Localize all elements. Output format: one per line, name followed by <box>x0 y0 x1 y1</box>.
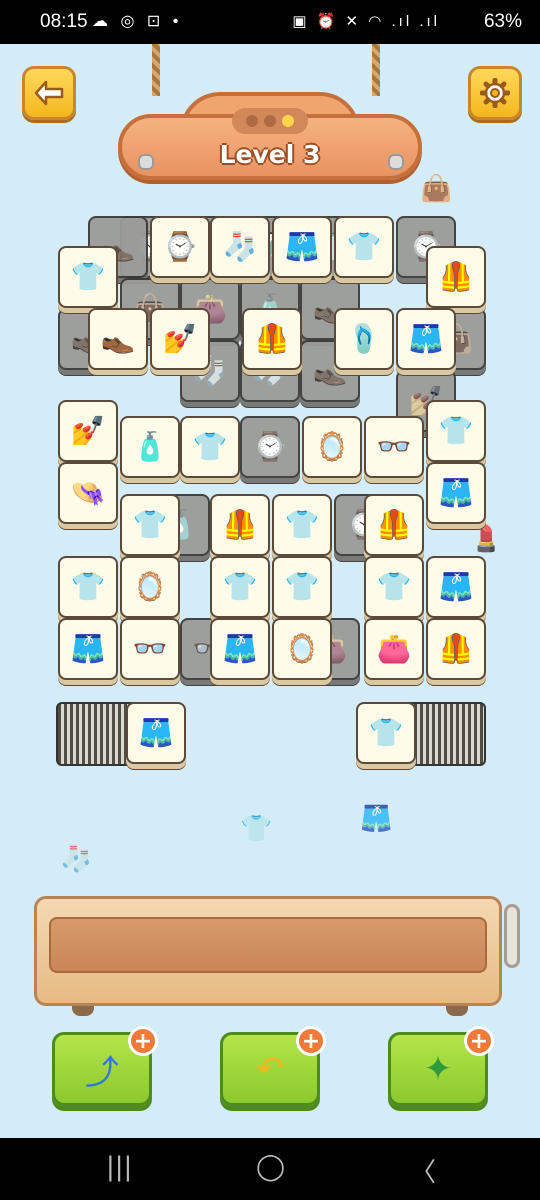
tray-leg <box>72 1006 94 1016</box>
tile[interactable]: 🩳 <box>210 618 270 680</box>
tile[interactable]: 💅 <box>150 308 210 370</box>
tile[interactable]: 🦺 <box>210 494 270 556</box>
tile[interactable]: 🩴 <box>334 308 394 370</box>
blocked-tile: ⌚ <box>240 416 300 478</box>
tile[interactable]: 🦺 <box>242 308 302 370</box>
tile[interactable]: 👓 <box>120 618 180 680</box>
tile[interactable]: ⌚ <box>150 216 210 278</box>
level-title: Level 3 <box>219 140 321 169</box>
tile[interactable]: 👕 <box>58 246 118 308</box>
tile[interactable]: 🩳 <box>426 462 486 524</box>
tile[interactable]: 👕 <box>272 494 332 556</box>
progress-dot-active <box>282 115 294 127</box>
tray-handle <box>504 904 520 968</box>
status-bar: 08:15 ☁ ◎ ⊡ • ▣ ⏰ ✕ ◠ .ıl .ıl 63% <box>0 0 540 44</box>
tile[interactable]: 🩳 <box>396 308 456 370</box>
battery-level: 63% <box>483 11 522 32</box>
back-arrow-icon <box>34 80 64 106</box>
back-button[interactable] <box>22 66 76 120</box>
system-nav-bar: ||| ◯ 〈 <box>0 1138 540 1200</box>
tile[interactable]: 👕 <box>58 556 118 618</box>
tray-slots-area <box>49 917 487 973</box>
status-system-icons: ▣ ⏰ ✕ ◠ .ıl .ıl <box>292 13 440 30</box>
tile[interactable]: 🦺 <box>364 494 424 556</box>
tile[interactable]: 👓 <box>364 416 424 478</box>
collection-tray <box>34 896 502 1006</box>
tile[interactable]: 👕 <box>426 400 486 462</box>
game-screen: 👕 👜 🩳 🧦 👕 💄 Level 3 ⌚🧦🩳👕👞⌚👜👛🧴👞👞👜🧦🧦👞💅⌚🧴⌚👓… <box>0 44 540 1138</box>
add-undo-button[interactable]: + <box>296 1026 326 1056</box>
tile[interactable]: 👕 <box>364 556 424 618</box>
sign-rope <box>152 44 160 96</box>
tile[interactable]: 💅 <box>58 400 118 462</box>
gear-icon <box>480 78 510 108</box>
shuffle-icon: ⤴ <box>85 1052 119 1093</box>
tile[interactable]: 🪞 <box>272 618 332 680</box>
tile[interactable]: 👕 <box>210 556 270 618</box>
tile[interactable]: 👛 <box>364 618 424 680</box>
stack-top-tile[interactable]: 🩳 <box>126 702 186 764</box>
stack-top-tile[interactable]: 👕 <box>356 702 416 764</box>
recent-apps-button[interactable]: ||| <box>106 1152 132 1182</box>
tray-leg <box>446 1006 468 1016</box>
level-sign: Level 3 <box>118 92 422 196</box>
background-clothes-icon: 👜 <box>420 174 453 204</box>
background-clothes-icon: 💄 <box>470 524 503 554</box>
add-shuffle-button[interactable]: + <box>128 1026 158 1056</box>
background-clothes-icon: 🩳 <box>360 804 393 834</box>
undo-icon: ↶ <box>255 1049 285 1089</box>
progress-dot <box>246 115 258 127</box>
status-time: 08:15 <box>40 11 88 32</box>
tile[interactable]: 👞 <box>88 308 148 370</box>
magic-wand-icon: ✦ <box>423 1049 453 1089</box>
tile[interactable]: 🦺 <box>426 246 486 308</box>
level-progress-dots <box>232 108 308 134</box>
tile[interactable]: 🧦 <box>210 216 270 278</box>
tile[interactable]: 🩳 <box>58 618 118 680</box>
tile[interactable]: 👕 <box>334 216 394 278</box>
tile[interactable]: 👒 <box>58 462 118 524</box>
tile[interactable]: 👕 <box>272 556 332 618</box>
tile[interactable]: 👕 <box>120 494 180 556</box>
settings-button[interactable] <box>468 66 522 120</box>
tile[interactable]: 🪞 <box>120 556 180 618</box>
add-magic-button[interactable]: + <box>464 1026 494 1056</box>
tile[interactable]: 👕 <box>180 416 240 478</box>
nav-back-button[interactable]: 〈 <box>410 1152 436 1189</box>
tile[interactable]: 🪞 <box>302 416 362 478</box>
sign-rope <box>372 44 380 96</box>
background-clothes-icon: 🧦 <box>60 844 93 874</box>
tile[interactable]: 🧴 <box>120 416 180 478</box>
status-notification-icons: ☁ ◎ ⊡ • <box>92 13 183 30</box>
tile[interactable]: 🩳 <box>272 216 332 278</box>
progress-dot <box>264 115 276 127</box>
home-button[interactable]: ◯ <box>256 1152 285 1182</box>
tile[interactable]: 🦺 <box>426 618 486 680</box>
background-clothes-icon: 👕 <box>240 814 273 844</box>
tile[interactable]: 🩳 <box>426 556 486 618</box>
